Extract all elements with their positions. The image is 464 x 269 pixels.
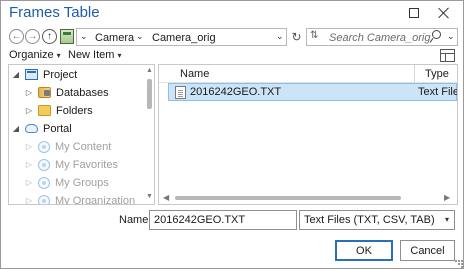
close-icon: [438, 7, 450, 19]
frames-table-dialog: Frames Table ← → ↑ ⌄ Camera ⌄ Camera_ori…: [0, 0, 464, 269]
search-box[interactable]: ⇅ Search Camera_orig ⌄: [306, 28, 458, 46]
up-button[interactable]: ↑: [42, 29, 57, 44]
view-options-icon[interactable]: [440, 49, 455, 62]
file-row[interactable]: 2016242GEO.TXT Text File: [168, 83, 457, 101]
new-item-label: New Item: [68, 49, 115, 61]
nav-pane-scrollbar[interactable]: ▲ ▼: [145, 65, 154, 204]
collapsed-arrow-icon[interactable]: ▷: [24, 178, 34, 187]
toolbar: Organize ▾ New Item ▾: [1, 48, 463, 64]
name-label: Name: [119, 214, 149, 226]
column-header-type[interactable]: Type: [425, 68, 449, 80]
column-header-name[interactable]: Name: [180, 68, 209, 80]
back-button[interactable]: ←: [9, 29, 24, 44]
tree-item-label: My Groups: [55, 176, 109, 189]
database-icon: [38, 87, 51, 98]
file-list-horizontal-scrollbar[interactable]: ◀ ▶: [159, 192, 457, 204]
scroll-down-icon[interactable]: ▼: [146, 193, 153, 200]
maximize-button[interactable]: [405, 4, 423, 22]
tree-item-portal[interactable]: ◢ Portal: [11, 120, 72, 137]
search-options-chevron-icon[interactable]: ⌄: [447, 31, 455, 42]
collapsed-arrow-icon[interactable]: ▷: [24, 88, 34, 97]
file-name: 2016242GEO.TXT: [190, 86, 282, 98]
scroll-up-icon[interactable]: ▲: [146, 67, 153, 74]
tree-item-label: Databases: [56, 86, 109, 99]
collapsed-arrow-icon[interactable]: ▷: [24, 160, 34, 169]
scroll-left-icon[interactable]: ◀: [163, 193, 169, 202]
address-bar[interactable]: ⌄ Camera ⌄ Camera_orig ⌄: [76, 28, 287, 46]
organize-label: Organize: [9, 49, 54, 61]
folder-icon: [38, 105, 51, 116]
file-type-selected: Text Files (TXT, CSV, TAB): [304, 214, 435, 226]
portal-favorites-icon: [38, 158, 50, 171]
dialog-title: Frames Table: [9, 4, 100, 21]
arrow-up-icon: ↑: [47, 30, 52, 42]
tree-item-databases[interactable]: ▷ Databases: [24, 84, 109, 101]
caret-down-icon: ▾: [117, 50, 122, 60]
tree-item-label: My Organization: [55, 194, 136, 205]
breadcrumb-camera-orig[interactable]: Camera_orig: [152, 32, 216, 44]
collapsed-arrow-icon[interactable]: ▷: [24, 196, 34, 204]
scrollbar-thumb[interactable]: [147, 79, 152, 109]
portal-content-icon: [38, 140, 50, 153]
new-item-menu[interactable]: New Item ▾: [68, 49, 121, 61]
arrow-left-icon: ←: [11, 30, 22, 42]
tree-item-label: Project: [43, 68, 78, 81]
file-type: Text File: [418, 86, 458, 98]
maximize-icon: [409, 8, 419, 18]
refresh-icon: ↻: [291, 29, 302, 44]
caret-down-icon: ▾: [56, 50, 61, 60]
tree-item-my-groups[interactable]: ▷ My Groups: [24, 174, 109, 191]
project-icon: [25, 69, 38, 80]
portal-groups-icon: [38, 176, 50, 189]
caret-down-icon: ▾: [445, 215, 450, 224]
tree-item-folders[interactable]: ▷ Folders: [24, 102, 93, 119]
tree-item-label: Folders: [56, 104, 93, 117]
resize-grip[interactable]: [455, 260, 463, 268]
title-bar: Frames Table: [1, 1, 463, 27]
search-icon[interactable]: [429, 30, 441, 43]
scrollbar-thumb[interactable]: [175, 196, 401, 200]
file-name-input[interactable]: [149, 210, 297, 230]
chevron-down-icon[interactable]: ⌄: [80, 31, 88, 42]
tree-item-label: Portal: [43, 122, 72, 135]
organize-menu[interactable]: Organize ▾: [9, 49, 61, 61]
text-file-icon: [175, 86, 186, 99]
navigation-pane: ◢ Project ▷ Databases ▷ Folders ◢ Portal…: [8, 64, 155, 205]
portal-icon: [25, 124, 38, 133]
scroll-right-icon[interactable]: ▶: [444, 193, 450, 202]
tree-item-label: My Favorites: [55, 158, 118, 171]
file-type-select[interactable]: Text Files (TXT, CSV, TAB) ▾: [299, 210, 455, 230]
refresh-button[interactable]: ↻: [289, 29, 304, 44]
close-button[interactable]: [435, 4, 453, 22]
tree-item-my-content[interactable]: ▷ My Content: [24, 138, 111, 155]
tree-item-my-favorites[interactable]: ▷ My Favorites: [24, 156, 118, 173]
collapsed-arrow-icon[interactable]: ▷: [24, 106, 34, 115]
tree-item-label: My Content: [55, 140, 112, 153]
address-row: ← → ↑ ⌄ Camera ⌄ Camera_orig ⌄ ↻ ⇅ Searc…: [1, 27, 463, 47]
ok-button[interactable]: OK: [335, 240, 393, 261]
address-history-chevron-icon[interactable]: ⌄: [276, 31, 284, 42]
portal-organization-icon: [38, 194, 50, 204]
collapsed-arrow-icon[interactable]: ▷: [24, 142, 34, 151]
tree-item-my-organization[interactable]: ▷ My Organization: [24, 192, 136, 205]
expanded-arrow-icon[interactable]: ◢: [11, 124, 21, 133]
cancel-button[interactable]: Cancel: [400, 240, 455, 261]
expanded-arrow-icon[interactable]: ◢: [11, 70, 21, 79]
breadcrumb-camera[interactable]: Camera: [95, 32, 134, 44]
sort-icon[interactable]: ⇅: [310, 30, 318, 41]
tree-item-project[interactable]: ◢ Project: [11, 66, 77, 83]
search-input[interactable]: Search Camera_orig: [329, 32, 431, 44]
chevron-down-icon[interactable]: ⌄: [136, 31, 144, 42]
catalog-icon[interactable]: [60, 29, 74, 44]
file-list-pane: Name Type 2016242GEO.TXT Text File ◀ ▶: [158, 64, 458, 205]
forward-button[interactable]: →: [25, 29, 40, 44]
arrow-right-icon: →: [27, 30, 38, 42]
